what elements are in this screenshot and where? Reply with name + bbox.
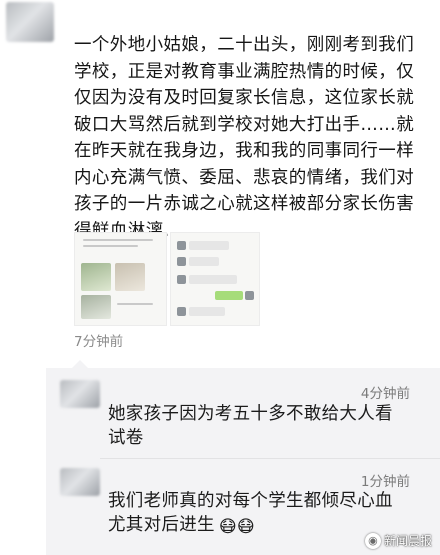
poster-avatar[interactable] [6, 2, 54, 42]
commenter-avatar[interactable] [60, 380, 100, 408]
image-bubble [189, 241, 229, 250]
image-thumbnail [115, 263, 145, 291]
post-timestamp: 7分钟前 [74, 334, 124, 350]
post-image-1[interactable] [74, 232, 167, 326]
image-avatar [245, 291, 254, 300]
image-avatar [177, 257, 186, 266]
comment-divider [100, 458, 440, 459]
comment-text-2[interactable]: 我们老师真的对每个学生都倾尽心血尤其对后进生 😷😷 [108, 489, 408, 539]
image-thumbnail [81, 263, 111, 291]
image-avatar [177, 275, 186, 284]
image-bubble [189, 257, 219, 266]
post-text: 一个外地小姑娘，二十出头，刚刚考到我们学校，正是对教育事业满腔热情的时候，仅仅因… [74, 35, 415, 241]
image-bubble [189, 275, 237, 284]
watermark: ◉ 新闻晨报 [364, 532, 432, 549]
image-thumbnail [81, 295, 111, 319]
image-text-line [83, 245, 138, 247]
comment-pointer [72, 360, 88, 368]
watermark-label: 新闻晨报 [383, 534, 432, 548]
mask-face-emoji: 😷😷 [218, 517, 255, 537]
image-avatar [177, 307, 186, 316]
image-bubble [215, 291, 243, 300]
post-image-2[interactable] [170, 232, 260, 326]
image-bubble [189, 307, 225, 316]
comment-text[interactable]: 她家孩子因为考五十多不敢给大人看试卷 [108, 402, 408, 450]
comment-timestamp: 1分钟前 [360, 474, 410, 490]
image-avatar [177, 241, 186, 250]
commenter-avatar[interactable] [60, 468, 100, 496]
image-text-line [117, 303, 153, 305]
comment-timestamp: 4分钟前 [360, 386, 410, 402]
newspaper-logo-icon: ◉ [364, 532, 381, 549]
image-text-line [83, 239, 153, 241]
